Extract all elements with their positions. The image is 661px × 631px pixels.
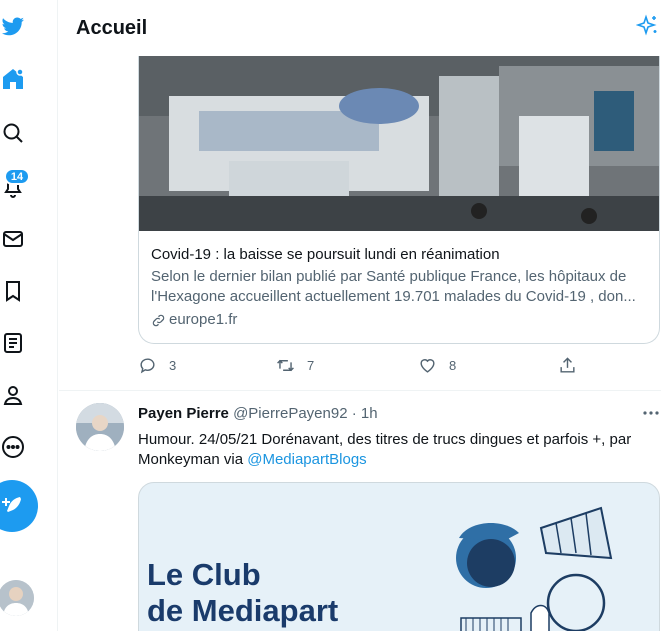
- notifications-badge: 14: [4, 168, 30, 185]
- like-button[interactable]: 8: [418, 356, 456, 375]
- card-title: Covid-19 : la baisse se poursuit lundi e…: [151, 246, 500, 263]
- share-button[interactable]: [558, 356, 577, 375]
- feather-plus-icon: [2, 497, 21, 512]
- messages-icon[interactable]: [0, 226, 26, 252]
- timeline-header: Accueil: [59, 0, 661, 56]
- nav-rail: 14: [0, 0, 58, 631]
- avatar[interactable]: [76, 403, 124, 451]
- twitter-bird-icon[interactable]: [0, 14, 26, 40]
- card-text: Covid-19 : la baisse se poursuit lundi e…: [151, 245, 651, 330]
- card-domain: europe1.fr: [151, 310, 651, 330]
- retweet-icon: [277, 359, 294, 372]
- tweet-media[interactable]: Le Club de Mediapart: [138, 482, 660, 631]
- more-icon[interactable]: [0, 434, 26, 460]
- reply-icon: [140, 358, 155, 374]
- profile-icon[interactable]: [0, 382, 26, 408]
- tweet-actions: 3 7 8: [138, 356, 588, 378]
- media-illustration: [456, 506, 613, 631]
- link-card[interactable]: Covid-19 : la baisse se poursuit lundi e…: [138, 56, 660, 344]
- like-count: 8: [449, 358, 457, 373]
- author-name[interactable]: Payen Pierre: [138, 405, 229, 422]
- mention-link[interactable]: @MediapartBlogs: [247, 451, 366, 468]
- bookmarks-icon[interactable]: [0, 278, 26, 304]
- sparkle-icon[interactable]: [635, 14, 661, 40]
- explore-icon[interactable]: [0, 120, 26, 146]
- lists-icon[interactable]: [0, 330, 26, 356]
- tweet-text-main: Humour. 24/05/21 Dorénavant, des titres …: [138, 431, 632, 468]
- retweet-button[interactable]: 7: [276, 356, 314, 375]
- tweet-text: Humour. 24/05/21 Dorénavant, des titres …: [138, 430, 658, 470]
- compose-tweet-button[interactable]: [0, 480, 38, 532]
- reply-count: 3: [169, 358, 177, 373]
- card-image: [139, 56, 659, 231]
- page-title: Accueil: [76, 17, 148, 39]
- media-title-line1: Le Club: [147, 557, 261, 592]
- author-meta[interactable]: @PierrePayen92 · 1h: [233, 405, 377, 422]
- heart-icon: [420, 359, 435, 373]
- more-options-icon[interactable]: [641, 403, 661, 423]
- media-title-line2: de Mediapart: [147, 593, 339, 628]
- card-domain-text: europe1.fr: [169, 311, 238, 328]
- share-icon: [560, 357, 575, 373]
- media-title: Le Club de Mediapart: [147, 557, 338, 629]
- account-avatar[interactable]: [0, 580, 34, 616]
- home-icon[interactable]: [0, 66, 26, 92]
- retweet-count: 7: [307, 358, 315, 373]
- card-description: Selon le dernier bilan publié par Santé …: [151, 268, 636, 305]
- tweet-header: Payen Pierre @PierrePayen92 · 1h: [138, 405, 378, 422]
- reply-button[interactable]: 3: [138, 356, 176, 375]
- link-icon: [152, 314, 165, 326]
- tweet-divider: [59, 390, 661, 391]
